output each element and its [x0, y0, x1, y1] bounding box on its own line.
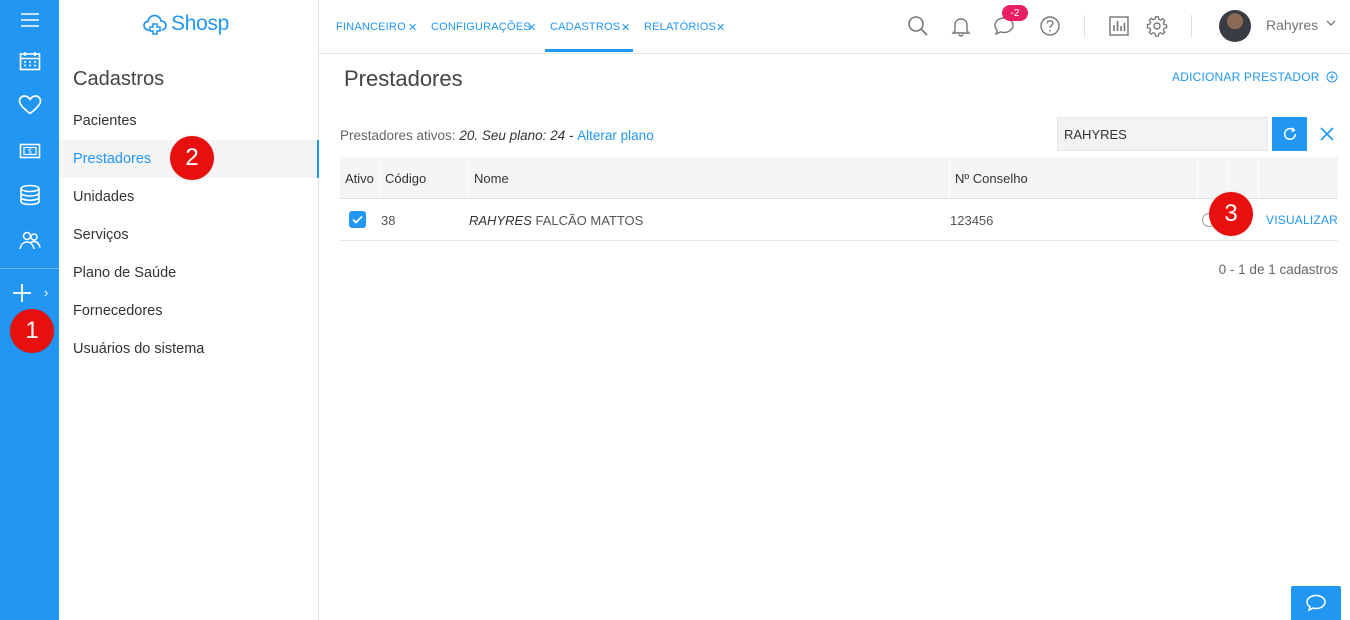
- brand-name: Shosp: [171, 12, 230, 35]
- sidebar-item-label: Unidades: [73, 189, 135, 205]
- step-marker-3: 3: [1209, 192, 1253, 236]
- bell-icon[interactable]: [947, 12, 975, 40]
- cadastros-sidebar: Shosp Cadastros Pacientes Prestadores Un…: [59, 0, 319, 620]
- tab-label: CONFIGURAÇÕES: [431, 21, 531, 33]
- close-tab-cadastros-icon[interactable]: ✕: [621, 0, 630, 54]
- column-divider: [1197, 157, 1198, 199]
- add-prestador-button[interactable]: ADICIONAR PRESTADOR: [1172, 70, 1338, 84]
- brand-logo[interactable]: Shosp: [143, 8, 229, 40]
- sidebar-item-label: Usuários do sistema: [73, 341, 205, 357]
- cloud-cross-icon: [143, 14, 167, 35]
- view-link-label: VISUALIZAR: [1266, 213, 1339, 227]
- table-row[interactable]: 38 RAHYRES FALCÃO MATTOS 123456 VISUALIZ…: [340, 199, 1338, 241]
- pagination-info: 0 - 1 de 1 cadastros: [1218, 262, 1338, 277]
- cell-name-highlight: RAHYRES: [469, 212, 532, 228]
- tab-label: RELATÓRIOS: [644, 21, 717, 33]
- sidebar-item-pacientes[interactable]: Pacientes: [59, 102, 319, 140]
- plan-info: Prestadores ativos: 20. Seu plano: 24 - …: [340, 128, 654, 143]
- search-icon[interactable]: [904, 12, 932, 40]
- sidebar-item-label: Pacientes: [73, 113, 137, 129]
- column-divider: [380, 157, 381, 199]
- close-tab-relatorios-icon[interactable]: ✕: [716, 0, 725, 54]
- chevron-right-icon[interactable]: ›: [44, 286, 56, 300]
- user-name[interactable]: Rahyres: [1266, 17, 1318, 33]
- check-icon: [352, 215, 363, 224]
- topbar-divider: [1084, 15, 1085, 37]
- users-icon[interactable]: [0, 221, 59, 261]
- plan-info-counts: 20. Seu plano: 24 -: [459, 128, 578, 143]
- money-icon[interactable]: $: [0, 131, 59, 171]
- gear-icon[interactable]: [1143, 12, 1171, 40]
- main-content: Prestadores ADICIONAR PRESTADOR Prestado…: [319, 54, 1350, 620]
- chevron-down-icon[interactable]: [1326, 16, 1336, 30]
- refresh-search-button[interactable]: [1272, 117, 1307, 151]
- close-tab-configuracoes-icon[interactable]: ✕: [527, 0, 536, 54]
- add-prestador-label: ADICIONAR PRESTADOR: [1172, 70, 1320, 84]
- column-header-conselho[interactable]: Nº Conselho: [955, 157, 1028, 199]
- column-header-codigo[interactable]: Código: [385, 157, 426, 199]
- sidebar-item-unidades[interactable]: Unidades: [59, 178, 319, 216]
- step-marker-1: 1: [10, 309, 54, 353]
- sidebar-item-servicos[interactable]: Serviços: [59, 216, 319, 254]
- top-bar: FINANCEIRO ✕ CONFIGURAÇÕES ✕ CADASTROS ✕…: [319, 0, 1350, 54]
- chat-icon: [1306, 594, 1326, 612]
- app-root: $ › 1 Shosp Cadastros Pacientes Prestado…: [0, 0, 1350, 620]
- close-icon[interactable]: [1315, 122, 1339, 146]
- column-divider: [1258, 157, 1259, 199]
- calendar-icon[interactable]: [0, 41, 59, 81]
- page-title: Prestadores: [344, 66, 463, 91]
- database-icon[interactable]: [0, 175, 59, 215]
- refresh-icon: [1283, 127, 1296, 140]
- reports-chart-icon[interactable]: [1105, 12, 1133, 40]
- sidebar-title: Cadastros: [73, 68, 165, 90]
- cell-name: RAHYRES FALCÃO MATTOS: [469, 199, 643, 241]
- search-input[interactable]: [1057, 117, 1268, 151]
- chat-button[interactable]: [1291, 586, 1341, 620]
- view-link[interactable]: VISUALIZAR: [1266, 199, 1338, 241]
- tab-label: CADASTROS: [550, 21, 621, 33]
- plan-info-prefix: Prestadores ativos:: [340, 128, 460, 143]
- rail-divider: [0, 268, 59, 269]
- step-marker-2: 2: [170, 136, 214, 180]
- prestadores-table: Ativo Código Nome Nº Conselho 38 RAHYRES…: [340, 157, 1338, 241]
- sidebar-item-label: Plano de Saúde: [73, 265, 177, 281]
- tab-configuracoes[interactable]: CONFIGURAÇÕES: [431, 0, 531, 54]
- column-header-ativo[interactable]: Ativo: [345, 157, 374, 199]
- tab-financeiro[interactable]: FINANCEIRO: [336, 0, 406, 54]
- cell-code: 38: [381, 212, 396, 228]
- sidebar-item-label: Fornecedores: [73, 303, 163, 319]
- table-header: Ativo Código Nome Nº Conselho: [340, 157, 1338, 199]
- tab-relatorios[interactable]: RELATÓRIOS: [644, 0, 716, 54]
- sidebar-item-usuarios[interactable]: Usuários do sistema: [59, 330, 319, 368]
- menu-icon[interactable]: [0, 0, 59, 40]
- topbar-divider: [1191, 15, 1192, 37]
- sidebar-item-label: Serviços: [73, 227, 129, 243]
- close-tab-financeiro-icon[interactable]: ✕: [408, 0, 417, 54]
- active-checkbox[interactable]: [349, 211, 366, 228]
- column-divider: [468, 157, 469, 199]
- heart-icon[interactable]: [0, 85, 59, 125]
- avatar[interactable]: [1219, 10, 1251, 42]
- column-divider: [949, 157, 950, 199]
- cell-council: 123456: [950, 212, 994, 228]
- messages-badge: -2: [1002, 5, 1028, 21]
- tab-label: FINANCEIRO: [336, 21, 406, 33]
- active-tab-indicator: [545, 49, 633, 52]
- svg-text:$: $: [27, 148, 31, 156]
- cell-name-rest: FALCÃO MATTOS: [531, 212, 644, 228]
- column-header-nome[interactable]: Nome: [474, 157, 509, 199]
- sidebar-item-fornecedores[interactable]: Fornecedores: [59, 292, 319, 330]
- tab-cadastros[interactable]: CADASTROS: [550, 0, 620, 54]
- plus-circle-icon: [1326, 71, 1338, 83]
- sidebar-item-plano-de-saude[interactable]: Plano de Saúde: [59, 254, 319, 292]
- plus-icon[interactable]: [0, 273, 44, 313]
- help-icon[interactable]: [1036, 12, 1064, 40]
- sidebar-item-label: Prestadores: [73, 151, 152, 167]
- change-plan-link[interactable]: Alterar plano: [577, 128, 654, 143]
